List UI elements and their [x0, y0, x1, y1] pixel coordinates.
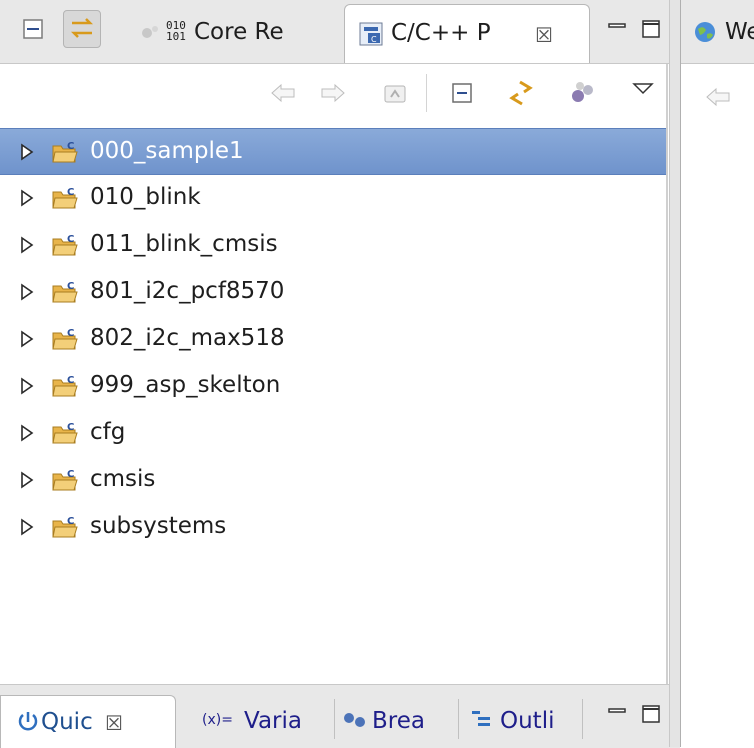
c-project-folder-icon: C	[52, 468, 78, 492]
expand-triangle-icon[interactable]	[20, 471, 34, 489]
close-icon[interactable]: ☒	[105, 711, 123, 735]
tree-item-label: subsystems	[90, 513, 227, 539]
svg-text:C: C	[371, 35, 377, 44]
project-tree: C 000_sample1 C 010_blink C 011_blink_cmsis C 8…	[0, 128, 667, 551]
gear-icon	[140, 21, 160, 51]
variables-icon: (x)=	[202, 712, 233, 728]
c-project-folder-icon: C	[52, 140, 78, 164]
back-arrow-icon[interactable]	[268, 78, 298, 108]
expand-triangle-icon[interactable]	[20, 143, 34, 161]
tree-item-label: 011_blink_cmsis	[90, 231, 278, 257]
expand-triangle-icon[interactable]	[20, 283, 34, 301]
web-browser-view: We	[680, 0, 754, 747]
c-project-folder-icon: C	[52, 374, 78, 398]
tab-separator	[334, 699, 335, 739]
tree-item[interactable]: C 801_i2c_pcf8570	[0, 269, 667, 316]
maximize-icon[interactable]	[642, 20, 660, 38]
tree-item[interactable]: Ccfg	[0, 410, 667, 457]
tree-item[interactable]: Csubsystems	[0, 504, 667, 551]
c-project-folder-icon: C	[52, 515, 78, 539]
tab-label: C/C++ P	[391, 20, 491, 46]
close-icon[interactable]: ☒	[535, 23, 553, 47]
tab-label: Varia	[244, 708, 302, 734]
tree-item[interactable]: C 999_asp_skelton	[0, 363, 667, 410]
svg-text:C: C	[67, 328, 74, 339]
view-toolbar	[0, 64, 680, 122]
view-menu-icon[interactable]	[628, 74, 658, 104]
tree-item[interactable]: C 010_blink	[0, 175, 667, 222]
tab-variables[interactable]: (x)= Varia	[180, 695, 332, 748]
svg-text:C: C	[67, 234, 74, 245]
c-project-folder-icon: C	[52, 421, 78, 445]
expand-triangle-icon[interactable]	[20, 424, 34, 442]
collapse-icon[interactable]	[14, 10, 52, 48]
tab-breakpoints[interactable]: Brea	[336, 695, 456, 748]
link-with-editor-toggle-icon[interactable]	[63, 10, 101, 48]
sash[interactable]	[669, 0, 680, 747]
tab-quick-access[interactable]: Quic ☒	[0, 695, 176, 748]
tree-item-label: 801_i2c_pcf8570	[90, 278, 285, 304]
tab-label: Core Re	[194, 19, 284, 45]
svg-text:C: C	[67, 187, 74, 198]
tree-item[interactable]: C 011_blink_cmsis	[0, 222, 667, 269]
svg-text:C: C	[67, 141, 74, 152]
tab-separator	[582, 699, 583, 739]
c-project-folder-icon: C	[52, 280, 78, 304]
tab-label: Quic	[41, 709, 93, 735]
svg-text:C: C	[67, 469, 74, 480]
svg-text:C: C	[67, 422, 74, 433]
svg-text:C: C	[67, 281, 74, 292]
tab-core-registers[interactable]: 010 101 Core Re	[130, 4, 342, 63]
tree-item-label: 999_asp_skelton	[90, 372, 281, 398]
tab-separator	[458, 699, 459, 739]
tree-item[interactable]: Ccmsis	[0, 457, 667, 504]
filter-icon[interactable]	[568, 78, 598, 108]
c-project-folder-icon: C	[52, 186, 78, 210]
tree-item-label: 010_blink	[90, 184, 201, 210]
svg-text:C: C	[67, 516, 74, 527]
quick-access-icon	[17, 710, 39, 738]
tree-item-label: cmsis	[90, 466, 156, 492]
tree-item-label: 000_sample1	[90, 138, 244, 164]
tree-item-label: 802_i2c_max518	[90, 325, 285, 351]
c-project-folder-icon: C	[52, 327, 78, 351]
tree-item-label: cfg	[90, 419, 126, 445]
tab-label: Outli	[500, 708, 555, 734]
outline-icon	[470, 709, 494, 737]
view-divider	[666, 64, 668, 684]
forward-arrow-icon[interactable]	[318, 78, 348, 108]
maximize-icon[interactable]	[642, 705, 660, 727]
minimize-icon[interactable]	[608, 20, 626, 38]
collapse-all-icon[interactable]	[448, 78, 478, 108]
core-registers-icon: 010 101	[166, 19, 186, 43]
view-tab-bar: 010 101 Core Re C C/C++ P ☒	[0, 0, 680, 64]
globe-icon	[693, 20, 717, 48]
link-with-editor-icon[interactable]	[506, 78, 536, 108]
bottom-tab-bar: Quic ☒ (x)= Varia Brea Outli	[0, 684, 680, 748]
toolbar-separator	[426, 74, 427, 112]
tab-label: Brea	[372, 708, 425, 734]
expand-triangle-icon[interactable]	[20, 518, 34, 536]
tree-item[interactable]: C 000_sample1	[0, 128, 667, 175]
breakpoints-icon	[342, 709, 368, 737]
up-folder-icon[interactable]	[380, 78, 410, 108]
expand-triangle-icon[interactable]	[20, 377, 34, 395]
c-project-folder-icon: C	[52, 233, 78, 257]
cpp-projects-icon: C	[359, 22, 383, 52]
right-tab-bar: We	[681, 0, 754, 64]
back-arrow-icon[interactable]	[703, 82, 733, 116]
expand-triangle-icon[interactable]	[20, 236, 34, 254]
tree-item[interactable]: C 802_i2c_max518	[0, 316, 667, 363]
tab-cpp-projects[interactable]: C C/C++ P ☒	[344, 4, 590, 63]
tab-outline[interactable]: Outli	[460, 695, 578, 748]
svg-text:C: C	[67, 375, 74, 386]
project-explorer-view: 010 101 Core Re C C/C++ P ☒ C 000_sample…	[0, 0, 680, 748]
minimize-icon[interactable]	[608, 705, 626, 727]
expand-triangle-icon[interactable]	[20, 330, 34, 348]
expand-triangle-icon[interactable]	[20, 189, 34, 207]
tab-label[interactable]: We	[725, 19, 754, 45]
